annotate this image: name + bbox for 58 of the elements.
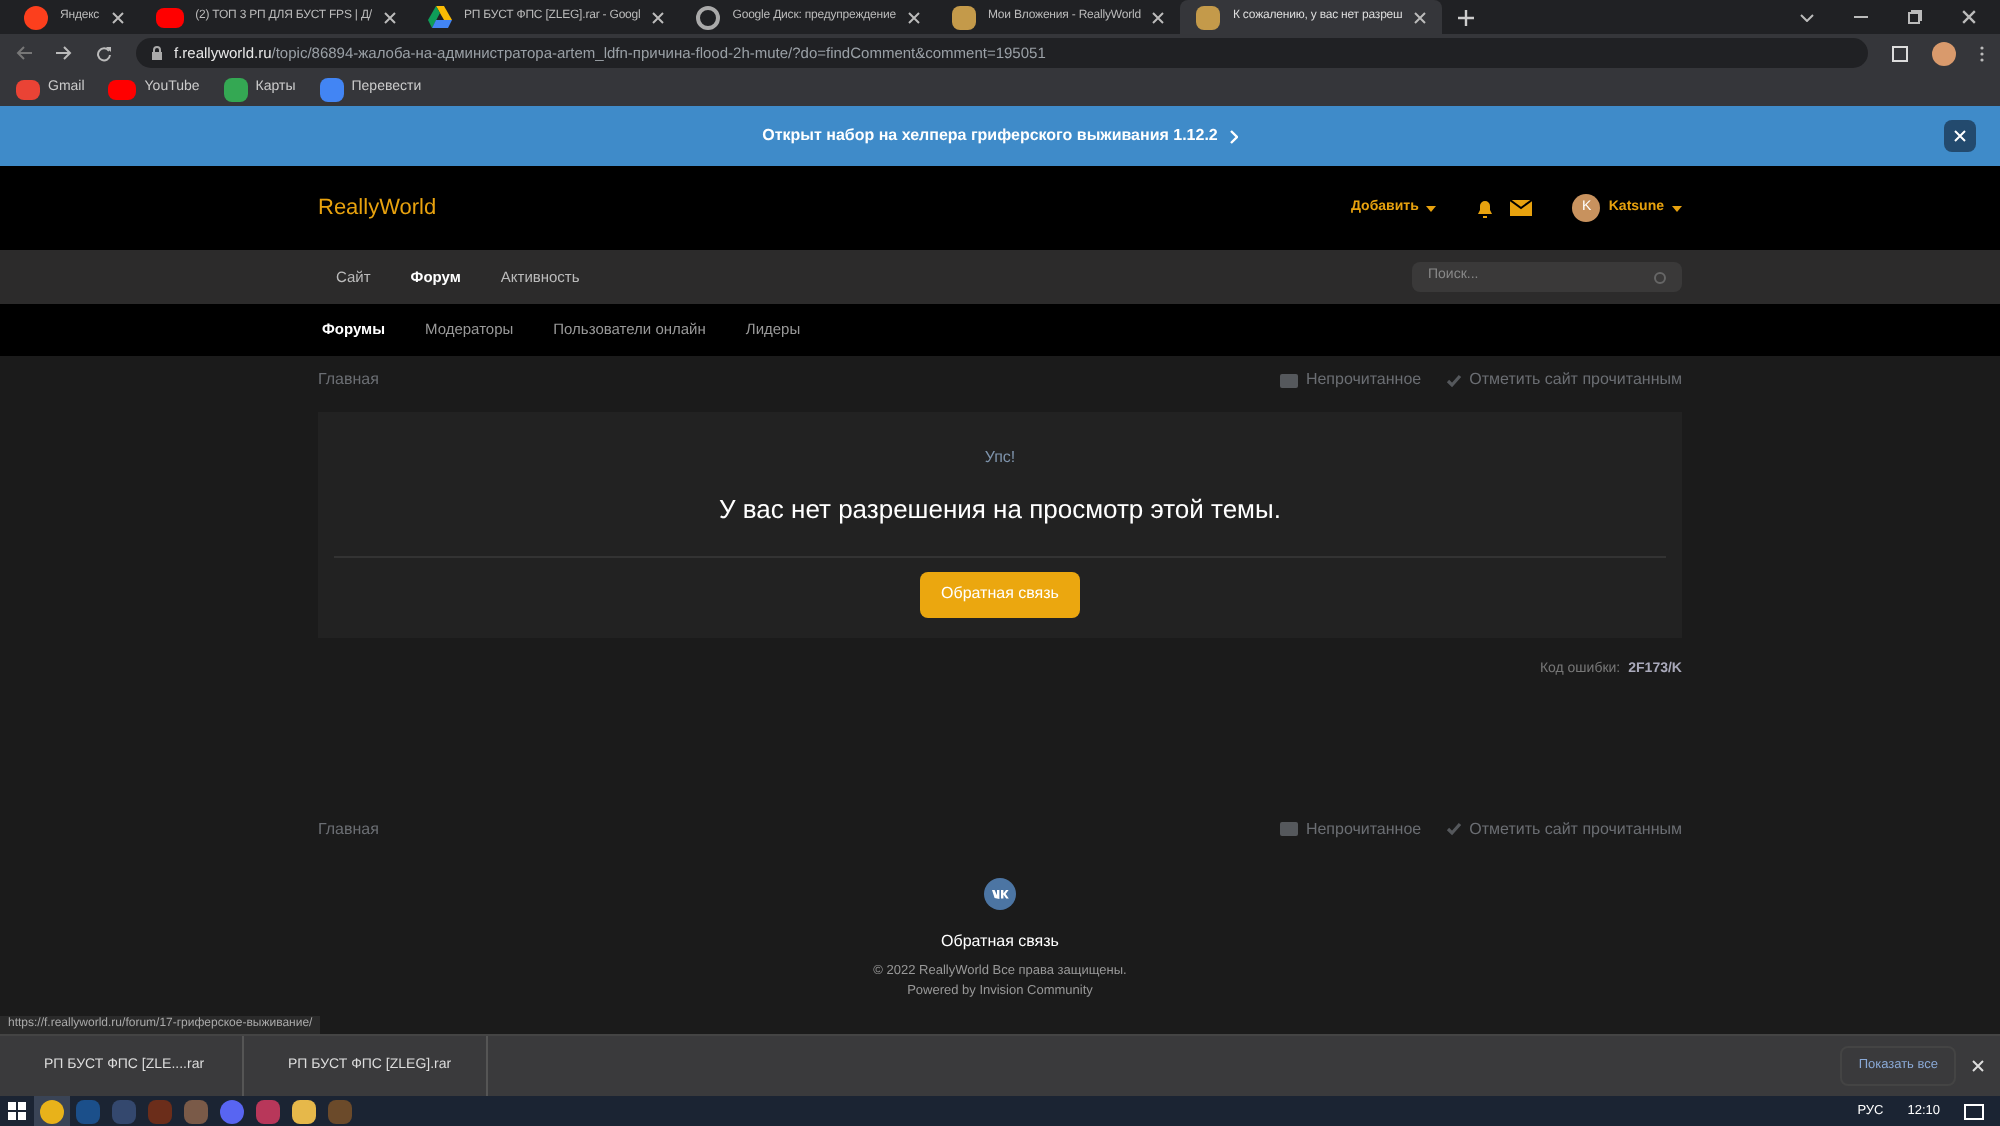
app-icon bbox=[40, 1099, 64, 1123]
lock-icon bbox=[152, 46, 162, 60]
windows-icon[interactable] bbox=[8, 1102, 26, 1120]
youtube-icon bbox=[108, 79, 137, 99]
close-icon[interactable] bbox=[1972, 1060, 1984, 1072]
banner-link[interactable]: Открыт набор на хелпера гриферского выживания 1.12.2 bbox=[762, 124, 1218, 148]
app-icon bbox=[256, 1099, 280, 1123]
grid-icon bbox=[1279, 822, 1298, 836]
feedback-link[interactable]: Обратная связь bbox=[941, 929, 1059, 953]
envelope-icon[interactable] bbox=[1510, 200, 1533, 216]
notification-icon[interactable] bbox=[1964, 1103, 1984, 1119]
gmail-icon bbox=[16, 79, 40, 99]
close-icon[interactable] bbox=[1962, 10, 1976, 24]
close-icon[interactable] bbox=[907, 11, 920, 23]
close-icon[interactable] bbox=[652, 11, 665, 23]
close-icon[interactable] bbox=[111, 11, 124, 23]
check-icon bbox=[1445, 822, 1462, 836]
grid-icon bbox=[1279, 373, 1298, 387]
app-icon bbox=[184, 1099, 208, 1123]
site-icon bbox=[1196, 5, 1221, 29]
yandex-icon bbox=[24, 5, 48, 29]
close-icon[interactable] bbox=[1152, 11, 1165, 23]
site-logo[interactable]: ReallyWorld bbox=[318, 191, 437, 225]
forward-arrow-icon[interactable] bbox=[56, 46, 72, 60]
search-icon bbox=[1654, 271, 1666, 283]
drive-icon bbox=[427, 6, 452, 28]
reload-icon[interactable] bbox=[96, 45, 112, 61]
chevron-right-icon bbox=[1229, 129, 1238, 143]
bell-icon[interactable] bbox=[1476, 198, 1495, 218]
close-icon[interactable] bbox=[1414, 11, 1427, 23]
error-message: У вас нет разрешения на просмотр этой темы. bbox=[719, 492, 1281, 528]
avatar[interactable] bbox=[1932, 41, 1956, 65]
site-icon bbox=[951, 5, 976, 29]
app-icon bbox=[76, 1099, 100, 1123]
error-title: Упс! bbox=[984, 446, 1016, 470]
globe-icon bbox=[696, 5, 721, 29]
new-tab-icon[interactable] bbox=[1458, 9, 1475, 25]
map-icon bbox=[223, 77, 248, 101]
vk-icon[interactable] bbox=[984, 877, 1016, 909]
chevron-down-icon[interactable] bbox=[1800, 13, 1814, 21]
taskbar-app[interactable] bbox=[286, 1096, 322, 1126]
sidebar-icon[interactable] bbox=[1892, 45, 1908, 61]
app-icon bbox=[328, 1099, 352, 1123]
app-icon bbox=[220, 1099, 244, 1123]
check-icon bbox=[1445, 373, 1462, 387]
translate-icon bbox=[319, 77, 344, 101]
taskbar-app[interactable] bbox=[34, 1096, 70, 1126]
restore-icon[interactable] bbox=[1908, 10, 1922, 24]
app-icon bbox=[148, 1099, 172, 1123]
close-icon bbox=[1954, 130, 1966, 142]
back-arrow-icon[interactable] bbox=[16, 46, 32, 60]
caret-icon bbox=[1426, 205, 1437, 211]
youtube-icon bbox=[155, 7, 184, 27]
caret-icon bbox=[1672, 205, 1682, 211]
folder-icon bbox=[292, 1099, 316, 1123]
close-button[interactable] bbox=[1944, 120, 1976, 152]
close-icon[interactable] bbox=[383, 11, 396, 23]
app-icon bbox=[112, 1099, 136, 1123]
